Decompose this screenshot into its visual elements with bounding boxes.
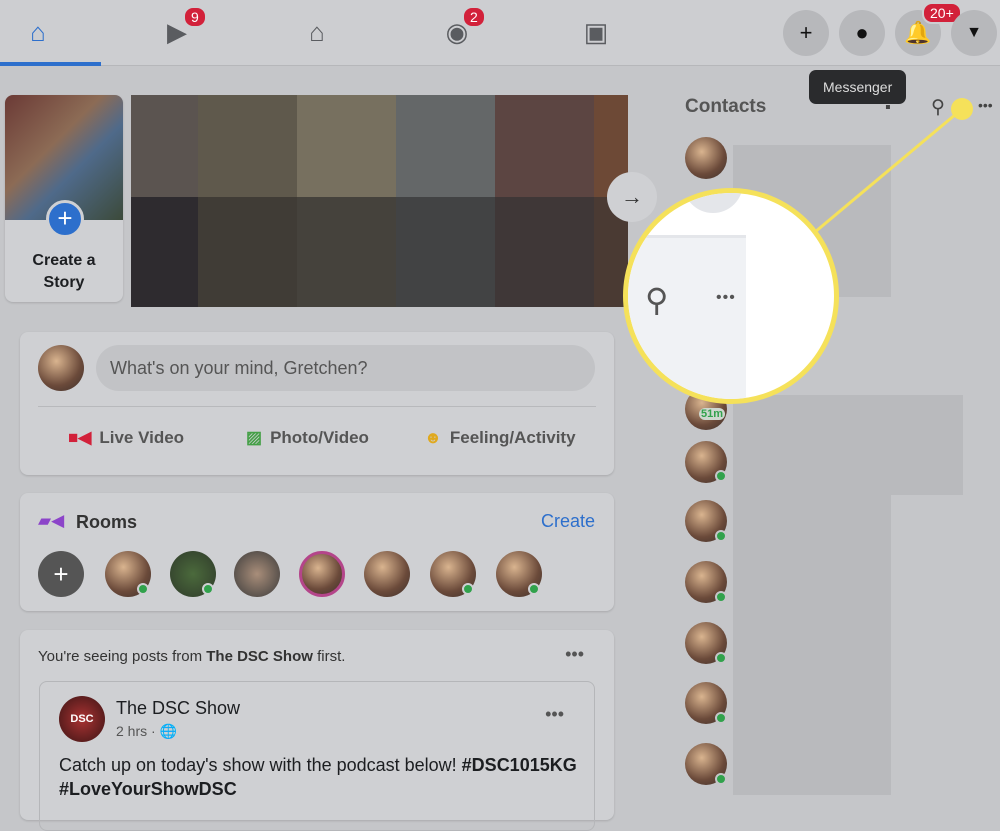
highlight-dot (951, 98, 973, 120)
magnifier-callout: ⚲ ••• (623, 188, 839, 404)
callout-line (814, 98, 973, 234)
zoomed-more-icon: ••• (716, 289, 736, 306)
zoomed-search-icon: ⚲ (645, 282, 669, 318)
zoomed-header (628, 235, 746, 399)
